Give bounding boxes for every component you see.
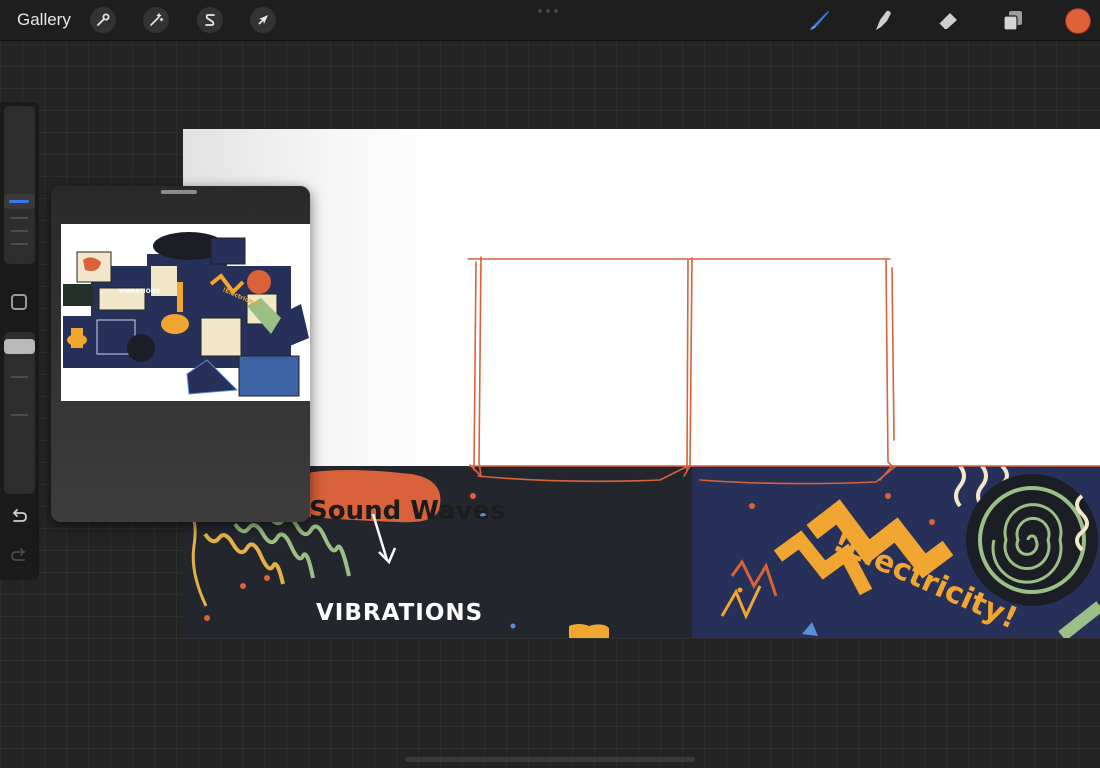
modify-square-icon[interactable] <box>11 294 27 310</box>
wrench-icon[interactable] <box>90 7 116 33</box>
undo-icon[interactable] <box>9 507 29 527</box>
reference-vibrations-text: VIBRATIONS <box>119 288 161 295</box>
transform-arrow-icon[interactable] <box>250 7 276 33</box>
slider-tick <box>11 376 28 378</box>
home-indicator <box>405 757 695 762</box>
smudge-icon[interactable] <box>869 6 897 34</box>
slider-tick <box>11 230 28 232</box>
selection-s-icon[interactable] <box>197 7 223 33</box>
top-toolbar: Gallery <box>0 0 1100 40</box>
redo-icon[interactable] <box>9 546 29 566</box>
opacity-slider[interactable] <box>4 332 35 494</box>
magic-wand-icon[interactable] <box>143 7 169 33</box>
opacity-handle[interactable] <box>4 339 35 354</box>
sound-waves-text: Sound Waves <box>309 496 506 526</box>
brush-size-handle[interactable] <box>4 194 35 209</box>
canvas-blank-area[interactable] <box>183 129 1100 466</box>
left-sidebar <box>0 102 39 580</box>
color-swatch[interactable] <box>1065 8 1091 34</box>
reference-window[interactable]: VIBRATIONS !Electricity! <box>51 186 310 522</box>
brush-size-slider[interactable] <box>4 106 35 264</box>
layers-icon[interactable] <box>999 6 1027 34</box>
brush-size-indicator <box>9 200 29 203</box>
artwork-electricity-panel[interactable]: !Electricity! <box>692 466 1100 638</box>
gallery-button[interactable]: Gallery <box>17 10 71 30</box>
slider-tick <box>11 414 28 416</box>
toolbar-grabber <box>538 9 558 13</box>
reference-thumbnail-art <box>61 224 310 401</box>
slider-tick <box>11 217 28 219</box>
eraser-icon[interactable] <box>934 6 962 34</box>
reference-image: VIBRATIONS !Electricity! <box>61 224 310 401</box>
reference-drag-handle[interactable] <box>161 190 197 194</box>
vibrations-text: VIBRATIONS <box>316 600 484 626</box>
slider-tick <box>11 243 28 245</box>
brush-icon[interactable] <box>805 6 833 34</box>
